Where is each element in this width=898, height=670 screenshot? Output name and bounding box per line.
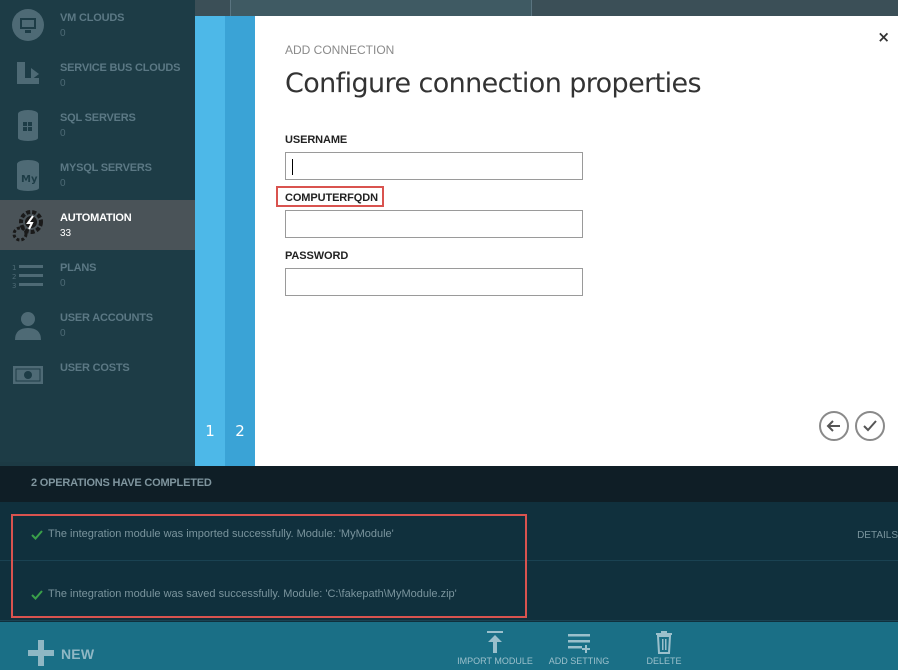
close-button[interactable]: × bbox=[877, 28, 890, 46]
step-number: 1 bbox=[205, 422, 215, 440]
background-panel-stub bbox=[230, 0, 532, 16]
svg-text:My: My bbox=[21, 174, 38, 185]
operations-header[interactable]: 2 OPERATIONS HAVE COMPLETED bbox=[0, 466, 898, 502]
add-setting-button[interactable]: ADD SETTING bbox=[539, 630, 619, 670]
sidebar-item-count: 0 bbox=[60, 128, 66, 139]
service-bus-icon bbox=[10, 58, 46, 92]
sidebar-item-count: 33 bbox=[60, 228, 72, 239]
sidebar-item-label: VM CLOUDS bbox=[60, 12, 125, 24]
sidebar-item-label: SERVICE BUS CLOUDS bbox=[60, 62, 181, 74]
user-costs-icon bbox=[10, 358, 46, 392]
sidebar-item-count: 0 bbox=[60, 28, 66, 39]
import-module-icon bbox=[487, 631, 503, 653]
delete-icon bbox=[656, 631, 672, 654]
svg-text:2: 2 bbox=[12, 273, 16, 281]
dialog-title: Configure connection properties bbox=[285, 68, 702, 99]
step-number: 2 bbox=[235, 422, 245, 440]
computerfqdn-field[interactable] bbox=[285, 210, 583, 238]
plus-icon bbox=[28, 640, 54, 666]
sidebar-item-count: 0 bbox=[60, 178, 66, 189]
username-field[interactable] bbox=[285, 152, 583, 180]
sidebar-item-label: AUTOMATION bbox=[60, 212, 132, 224]
text-caret bbox=[292, 159, 293, 175]
sidebar-item-user-accounts[interactable]: USER ACCOUNTS 0 bbox=[0, 300, 195, 350]
sidebar-item-label: SQL SERVERS bbox=[60, 112, 136, 124]
details-link[interactable]: DETAILS bbox=[857, 530, 898, 541]
username-label: USERNAME bbox=[285, 134, 348, 146]
sidebar-item-count: 0 bbox=[60, 328, 66, 339]
wizard-step-1[interactable]: 1 bbox=[195, 16, 225, 466]
sidebar-item-label: USER ACCOUNTS bbox=[60, 312, 153, 324]
sql-server-icon bbox=[10, 108, 46, 142]
sidebar-item-count: 0 bbox=[60, 278, 66, 289]
mysql-icon: My bbox=[10, 158, 46, 192]
svg-text:3: 3 bbox=[12, 282, 16, 290]
svg-text:1: 1 bbox=[12, 264, 16, 272]
back-button[interactable] bbox=[819, 411, 849, 441]
password-label: PASSWORD bbox=[285, 250, 349, 262]
dialog-content: ADD CONNECTION Configure connection prop… bbox=[276, 16, 898, 466]
sidebar-item-label: PLANS bbox=[60, 262, 97, 274]
sidebar-item-plans[interactable]: 123 PLANS 0 bbox=[0, 250, 195, 300]
sidebar-item-sql-servers[interactable]: SQL SERVERS 0 bbox=[0, 100, 195, 150]
sidebar-item-label: MYSQL SERVERS bbox=[60, 162, 152, 174]
command-label: DELETE bbox=[646, 656, 682, 666]
add-setting-icon bbox=[568, 634, 590, 653]
operations-summary: 2 OPERATIONS HAVE COMPLETED bbox=[31, 477, 212, 489]
vm-clouds-icon bbox=[10, 8, 46, 42]
arrow-left-icon bbox=[826, 420, 840, 432]
sidebar: VM CLOUDS 0 SERVICE BUS CLOUDS 0 SQL SER… bbox=[0, 0, 195, 462]
sidebar-item-count: 0 bbox=[60, 78, 66, 89]
sidebar-item-service-bus-clouds[interactable]: SERVICE BUS CLOUDS 0 bbox=[0, 50, 195, 100]
plans-icon: 123 bbox=[10, 258, 46, 292]
new-label: NEW bbox=[61, 646, 95, 662]
password-field[interactable] bbox=[285, 268, 583, 296]
wizard-step-2[interactable]: 2 bbox=[225, 16, 255, 466]
dialog-subtitle: ADD CONNECTION bbox=[285, 43, 395, 57]
checkmark-icon bbox=[863, 420, 877, 432]
command-label: IMPORT MODULE bbox=[457, 656, 533, 666]
add-connection-dialog: 1 2 ADD CONNECTION Configure connection … bbox=[195, 16, 898, 466]
sidebar-item-automation[interactable]: AUTOMATION 33 bbox=[0, 200, 195, 250]
delete-button[interactable]: DELETE bbox=[624, 630, 704, 670]
complete-button[interactable] bbox=[855, 411, 885, 441]
sidebar-item-vm-clouds[interactable]: VM CLOUDS 0 bbox=[0, 0, 195, 50]
user-accounts-icon bbox=[10, 308, 46, 342]
import-module-button[interactable]: IMPORT MODULE bbox=[455, 630, 535, 670]
command-label: ADD SETTING bbox=[548, 656, 610, 666]
automation-icon bbox=[10, 208, 46, 242]
sidebar-item-mysql-servers[interactable]: My MYSQL SERVERS 0 bbox=[0, 150, 195, 200]
sidebar-item-user-costs[interactable]: USER COSTS bbox=[0, 350, 195, 400]
computerfqdn-label: COMPUTERFQDN bbox=[285, 192, 378, 204]
command-bar: NEW IMPORT MODULE ADD SETTING DELETE bbox=[0, 622, 898, 670]
highlight-box bbox=[11, 514, 527, 618]
sidebar-item-label: USER COSTS bbox=[60, 362, 130, 374]
